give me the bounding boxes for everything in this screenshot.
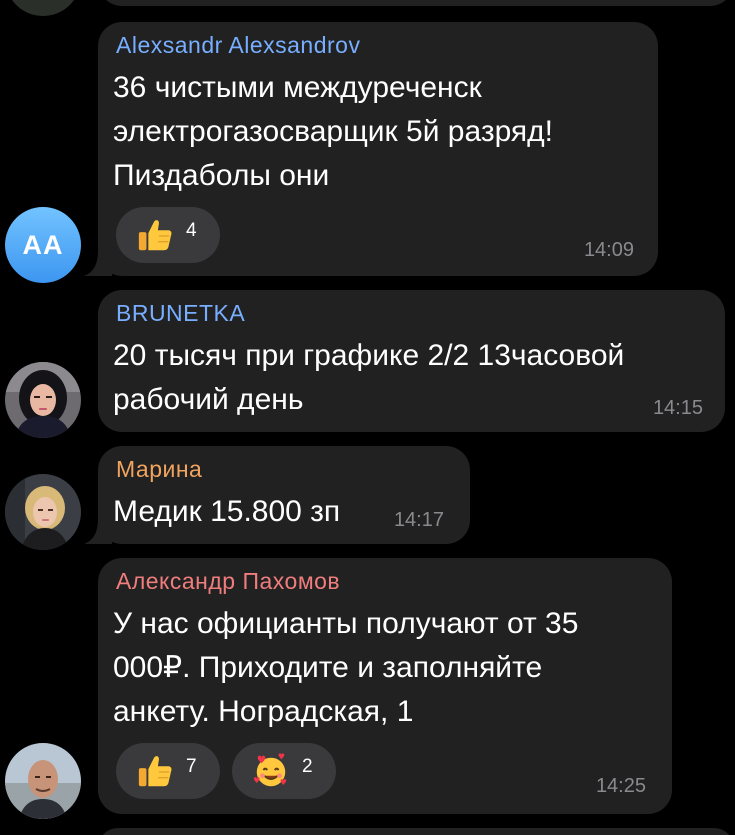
sender-name[interactable]: Александр Пахомов — [116, 568, 340, 595]
next-message-bubble[interactable] — [98, 828, 734, 835]
woman-dark-hair-photo-icon — [5, 362, 81, 438]
man-bald-photo-icon — [5, 743, 81, 819]
message-time: 14:25 — [595, 775, 646, 797]
sender-avatar[interactable] — [5, 474, 81, 550]
message-bubble[interactable]: Марина Медик 15.800 зп 14:17 — [98, 446, 470, 544]
thumbs-up-icon — [138, 220, 172, 251]
message-bubble[interactable]: Alexsandr Alexsandrov 36 чистыми междуре… — [98, 22, 658, 276]
reaction-count: 2 — [302, 756, 313, 777]
bubble-tail — [84, 518, 112, 544]
thumbs-up-icon — [138, 756, 172, 787]
reaction-thumbs-up[interactable]: 4 — [116, 207, 220, 263]
message-time: 14:09 — [583, 239, 634, 261]
sender-avatar[interactable]: AA — [5, 207, 81, 283]
message-bubble[interactable]: Александр Пахомов У нас официанты получа… — [98, 558, 672, 814]
message-text: 36 чистыми междуреченск электрогазосварщ… — [113, 71, 554, 192]
message-time: 14:15 — [652, 397, 703, 419]
previous-message-bubble[interactable] — [98, 0, 734, 6]
sender-name[interactable]: Марина — [116, 456, 202, 483]
reaction-smiling-face-with-hearts[interactable]: 2 — [232, 743, 336, 799]
reaction-thumbs-up[interactable]: 7 — [116, 743, 220, 799]
bubble-tail — [84, 250, 112, 276]
message-text: 20 тысяч при графике 2/2 13часовой рабоч… — [113, 339, 625, 416]
chat-screen: Alexsandr Alexsandrov 36 чистыми междуре… — [0, 0, 735, 835]
message-time: 14:17 — [393, 509, 444, 531]
reaction-count: 7 — [186, 756, 197, 777]
message-text: Медик 15.800 зп — [113, 495, 341, 528]
sender-name[interactable]: BRUNETKA — [116, 300, 245, 327]
message-bubble[interactable]: BRUNETKA 20 тысяч при графике 2/2 13часо… — [98, 290, 725, 432]
reaction-count: 4 — [186, 220, 197, 241]
previous-sender-avatar[interactable] — [5, 0, 81, 16]
message-text: У нас официанты получают от 35 000₽. При… — [113, 607, 579, 728]
woman-blonde-photo-icon — [5, 474, 81, 550]
smiling-face-with-hearts-icon — [253, 753, 287, 787]
sender-avatar[interactable] — [5, 743, 81, 819]
sender-name[interactable]: Alexsandr Alexsandrov — [116, 32, 360, 59]
sender-avatar[interactable] — [5, 362, 81, 438]
